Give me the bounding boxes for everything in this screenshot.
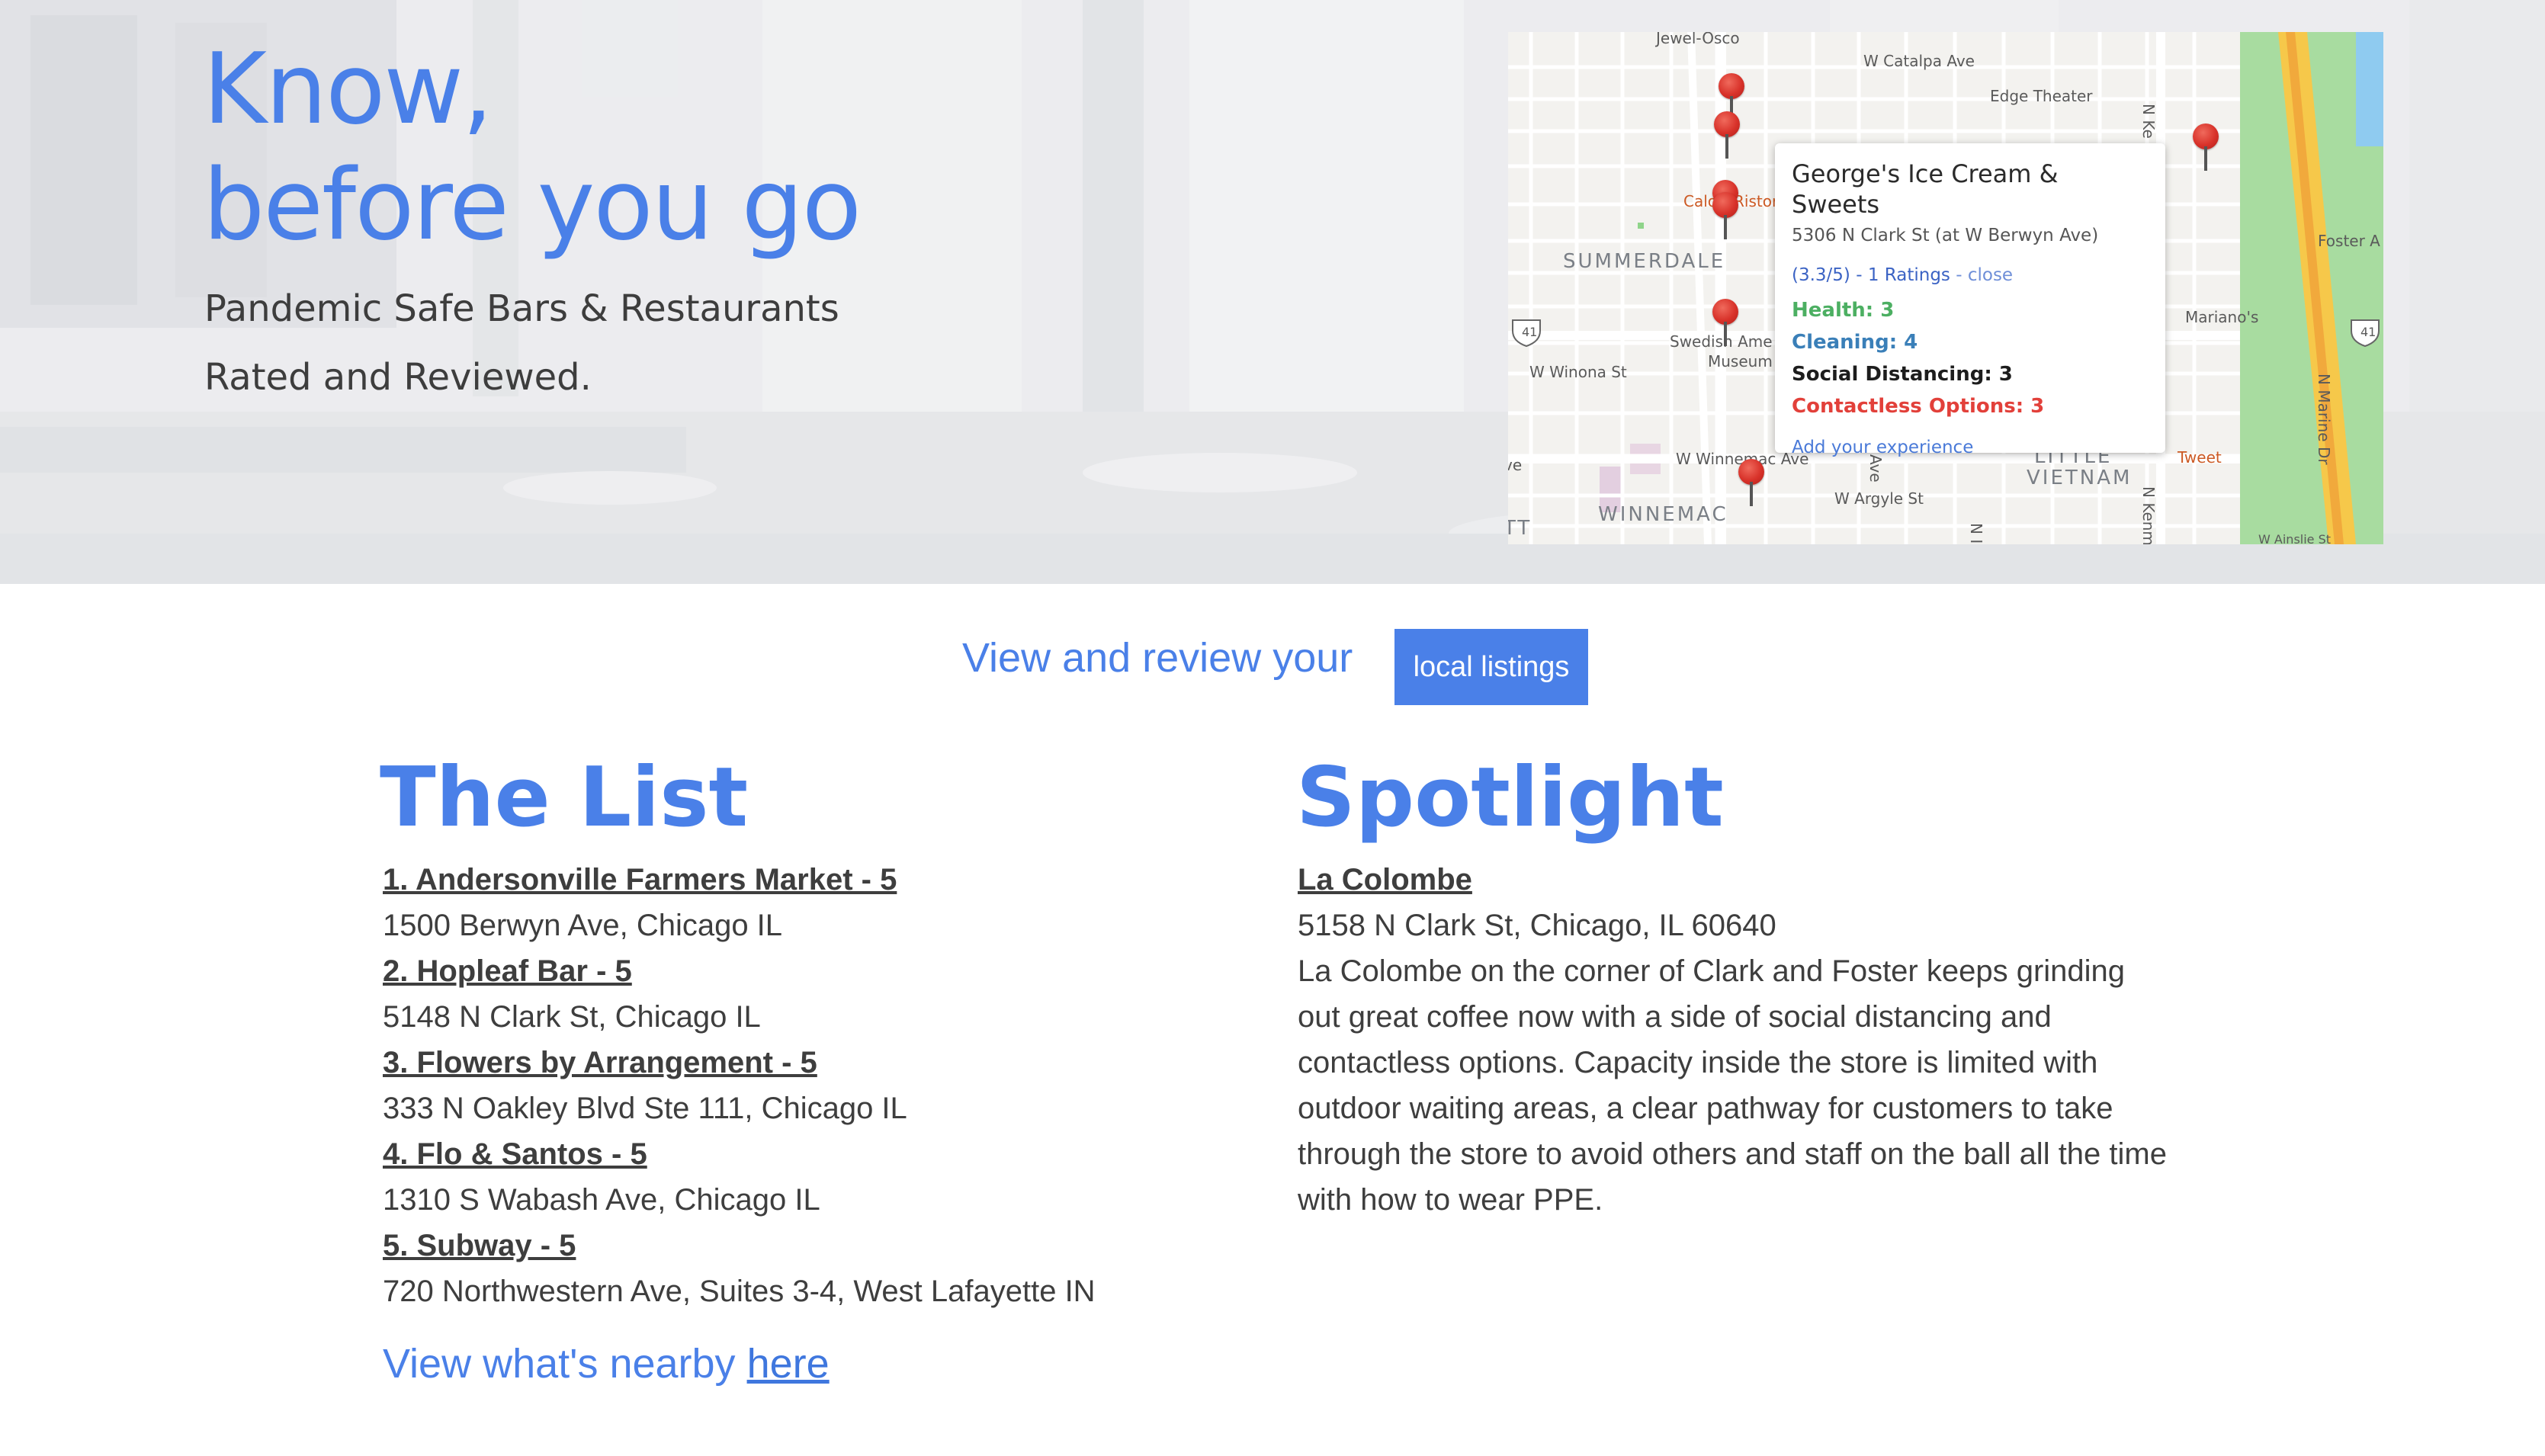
map-pin[interactable]: [1712, 192, 1738, 241]
list-item-name-link[interactable]: 4. Flo & Santos - 5: [383, 1131, 1298, 1177]
info-rating-value: (3.3/5) - 1 Ratings: [1792, 265, 1950, 285]
map-label-summerdale: SUMMERDALE: [1563, 250, 1726, 273]
list-item: 5. Subway - 5 720 Northwestern Ave, Suit…: [383, 1223, 1298, 1314]
map-label-foster: Foster A: [2318, 232, 2380, 250]
spotlight-description: La Colombe on the corner of Clark and Fo…: [1298, 954, 2167, 1217]
list-item: 2. Hopleaf Bar - 5 5148 N Clark St, Chic…: [383, 948, 1298, 1040]
hero-subtitle-line1: Pandemic Safe Bars & Restaurants: [204, 287, 839, 330]
top-list: 1. Andersonville Farmers Market - 5 1500…: [383, 857, 1298, 1314]
map-pin[interactable]: [1738, 459, 1764, 508]
list-item-address: 720 Northwestern Ave, Suites 3-4, West L…: [383, 1275, 1096, 1308]
info-place-name: George's Ice Cream & Sweets: [1792, 159, 2059, 219]
map-pin[interactable]: [1714, 111, 1740, 160]
map-label-ainslie: W Ainslie St: [2258, 532, 2332, 544]
cta-text: View and review your: [962, 635, 1353, 681]
list-item: 3. Flowers by Arrangement - 5 333 N Oakl…: [383, 1040, 1298, 1131]
list-item-address: 333 N Oakley Blvd Ste 111, Chicago IL: [383, 1092, 907, 1125]
local-listings-button[interactable]: local listings: [1394, 629, 1588, 705]
map-label-winona: W Winona St: [1529, 363, 1627, 381]
nearby-here-link[interactable]: here: [747, 1341, 830, 1387]
map-pin[interactable]: [1712, 299, 1738, 348]
list-item-address: 1310 S Wabash Ave, Chicago IL: [383, 1183, 820, 1217]
hero-title-line1: Know,: [203, 33, 493, 146]
info-health-score: Health: 3: [1792, 299, 1895, 322]
list-item-name-link[interactable]: 1. Andersonville Farmers Market - 5: [383, 857, 1298, 903]
map-route-41-shield-right: 41: [2360, 325, 2377, 339]
info-place-address: 5306 N Clark St (at W Berwyn Ave): [1792, 226, 2099, 245]
list-item-name-link[interactable]: 3. Flowers by Arrangement - 5: [383, 1040, 1298, 1086]
map-label-marine-dr: N Marine Dr: [2315, 374, 2333, 465]
map-label-tweet: Tweet: [2178, 448, 2222, 467]
info-social-distancing-score: Social Distancing: 3: [1792, 363, 2013, 386]
info-rating: (3.3/5) - 1 Ratings - close: [1792, 264, 2149, 287]
list-item-address: 5148 N Clark St, Chicago IL: [383, 1000, 761, 1034]
map-label-marianos: Mariano's: [2185, 308, 2259, 326]
hero-title: Know, before you go: [203, 32, 1270, 264]
info-close-link[interactable]: close: [1968, 265, 2013, 285]
list-item-name-link[interactable]: 5. Subway - 5: [383, 1223, 1298, 1268]
hero-subtitle-line2: Rated and Reviewed.: [204, 356, 592, 399]
info-contactless-score: Contactless Options: 3: [1792, 395, 2045, 418]
list-title: The List: [380, 750, 749, 845]
map-label-winnemac-area: WINNEMAC: [1598, 503, 1728, 526]
map-label-argyle: W Argyle St: [1834, 489, 1924, 508]
map-label-tt: TT: [1508, 517, 1532, 540]
map-pin[interactable]: [2193, 123, 2219, 172]
map-label-ristor: Ristor: [1734, 192, 1779, 210]
spotlight-card: La Colombe 5158 N Clark St, Chicago, IL …: [1298, 857, 2167, 1223]
map-label-ni: N I: [1967, 523, 1985, 544]
add-experience-link[interactable]: Add your experience: [1792, 438, 2149, 457]
map-label-vietnam: VIETNAM: [2027, 467, 2133, 489]
list-item: 1. Andersonville Farmers Market - 5 1500…: [383, 857, 1298, 948]
hero-title-line2: before you go: [203, 149, 862, 262]
map-label-ve: ve: [1508, 456, 1523, 474]
map-label-museum: Museum: [1708, 352, 1773, 370]
info-rating-separator: -: [1950, 265, 1968, 285]
map-label-catalpa: W Catalpa Ave: [1863, 52, 1975, 70]
info-cleaning-score: Cleaning: 4: [1792, 331, 1918, 354]
nearby-label: View what's nearby: [383, 1341, 747, 1387]
map-label-n-ke: N Ke: [2139, 104, 2158, 139]
hero-subtitle: Pandemic Safe Bars & Restaurants Rated a…: [204, 274, 1272, 412]
map-label-edge-theater: Edge Theater: [1990, 87, 2093, 105]
hero-banner: Know, before you go Pandemic Safe Bars &…: [0, 0, 2545, 584]
map-route-41-shield-left: 41: [1522, 325, 1538, 339]
map-label-jewel-osco: Jewel-Osco: [1656, 32, 1740, 47]
map-label-ave: Ave: [1866, 454, 1885, 483]
map-label-n-kenmore: N Kenm: [2139, 486, 2158, 544]
list-item: 4. Flo & Santos - 5 1310 S Wabash Ave, C…: [383, 1131, 1298, 1223]
spotlight-title: Spotlight: [1296, 750, 1724, 845]
list-item-address: 1500 Berwyn Ave, Chicago IL: [383, 909, 783, 942]
spotlight-address: 5158 N Clark St, Chicago, IL 60640: [1298, 909, 1776, 942]
map-info-window: George's Ice Cream & Sweets 5306 N Clark…: [1775, 143, 2165, 457]
list-item-name-link[interactable]: 2. Hopleaf Bar - 5: [383, 948, 1298, 994]
nearby-text: View what's nearby here: [383, 1340, 830, 1387]
spotlight-name-link[interactable]: La Colombe: [1298, 857, 2167, 903]
